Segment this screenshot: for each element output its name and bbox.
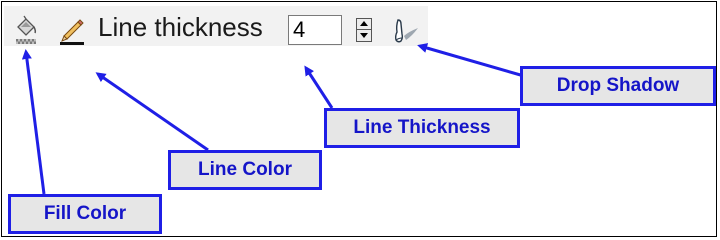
chevron-up-icon bbox=[360, 21, 368, 26]
paint-bucket-icon[interactable] bbox=[14, 14, 38, 46]
line-thickness-input[interactable] bbox=[288, 15, 342, 45]
toolbar: Line thickness bbox=[4, 6, 428, 46]
stepper-down-button[interactable] bbox=[357, 30, 371, 41]
drop-shadow-icon[interactable] bbox=[390, 16, 422, 46]
callout-line-thickness: Line Thickness bbox=[324, 108, 520, 148]
pencil-icon[interactable] bbox=[58, 16, 86, 46]
line-thickness-label: Line thickness bbox=[98, 12, 263, 42]
line-thickness-stepper[interactable] bbox=[356, 18, 372, 42]
callout-line-color: Line Color bbox=[168, 150, 322, 190]
callout-fill-color: Fill Color bbox=[8, 194, 162, 234]
stepper-up-button[interactable] bbox=[357, 19, 371, 30]
callout-drop-shadow: Drop Shadow bbox=[520, 66, 716, 106]
chevron-down-icon bbox=[360, 33, 368, 38]
